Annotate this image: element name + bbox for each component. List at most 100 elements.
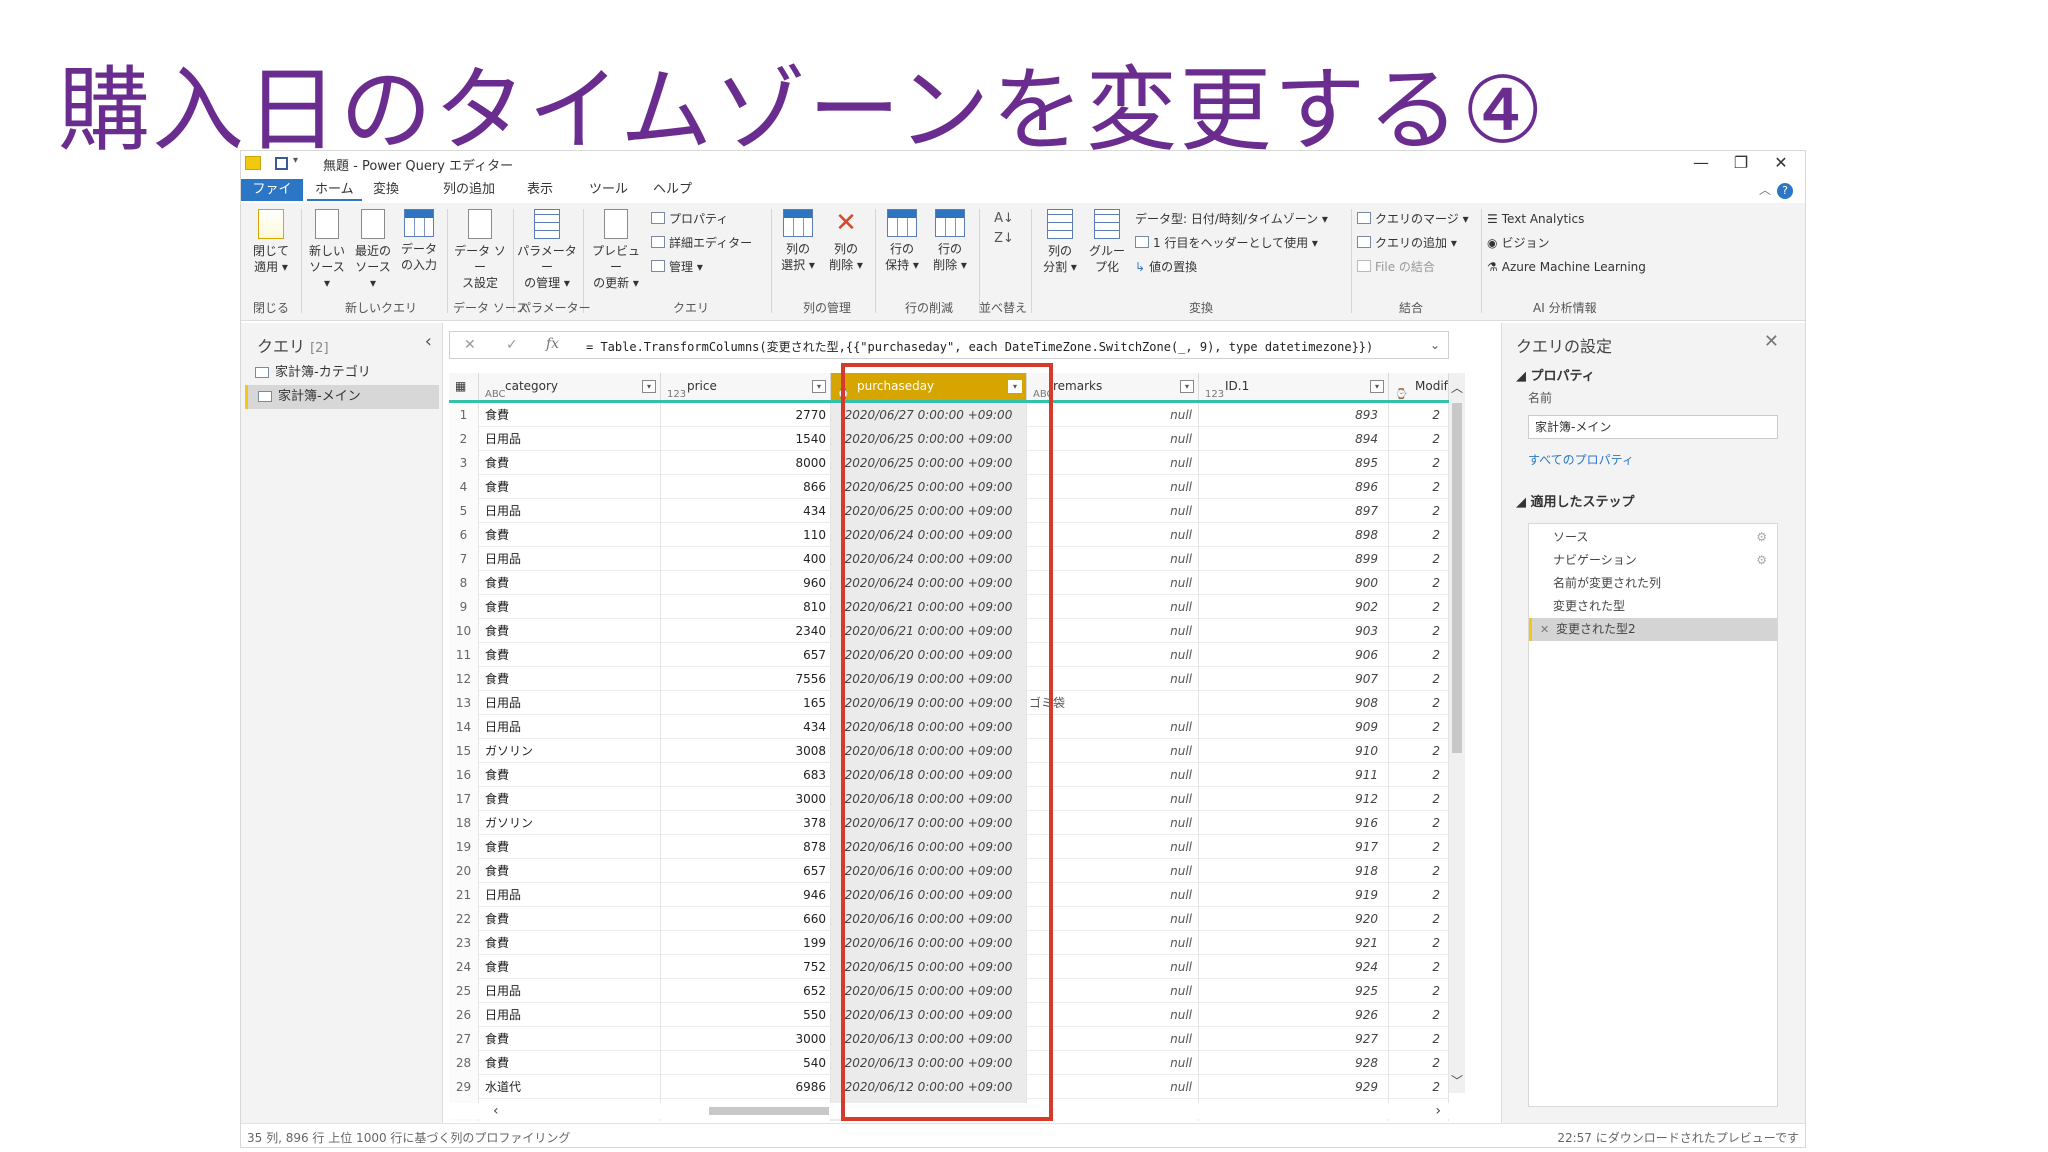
id-cell[interactable]: 925 [1199, 979, 1389, 1003]
new-source-button[interactable]: 新しい ソース ▾ [305, 209, 349, 291]
modified-cell[interactable]: 2 [1389, 1051, 1449, 1075]
modified-cell[interactable]: 2 [1389, 1075, 1449, 1099]
category-cell[interactable]: 食費 [479, 859, 661, 883]
row-number[interactable]: 25 [449, 979, 479, 1003]
modified-cell[interactable]: 2 [1389, 883, 1449, 907]
id-cell[interactable]: 910 [1199, 739, 1389, 763]
delete-step-icon[interactable]: ✕ [1540, 618, 1549, 641]
id-cell[interactable]: 909 [1199, 715, 1389, 739]
id-cell[interactable]: 897 [1199, 499, 1389, 523]
price-cell[interactable]: 960 [661, 571, 831, 595]
id-cell[interactable]: 916 [1199, 811, 1389, 835]
row-number[interactable]: 4 [449, 475, 479, 499]
id-cell[interactable]: 919 [1199, 883, 1389, 907]
tab-transform[interactable]: 変換 [365, 179, 407, 201]
category-cell[interactable]: 日用品 [479, 883, 661, 907]
category-cell[interactable]: 日用品 [479, 499, 661, 523]
row-number[interactable]: 14 [449, 715, 479, 739]
row-number[interactable]: 26 [449, 1003, 479, 1027]
category-cell[interactable]: ガソリン [479, 739, 661, 763]
category-cell[interactable]: 食費 [479, 931, 661, 955]
remove-columns-button[interactable]: ✕ 列の 削除 ▾ [823, 209, 869, 273]
price-cell[interactable]: 6986 [661, 1075, 831, 1099]
id-cell[interactable]: 900 [1199, 571, 1389, 595]
tab-tools[interactable]: ツール [581, 179, 636, 201]
category-cell[interactable]: 食費 [479, 907, 661, 931]
category-cell[interactable]: 日用品 [479, 691, 661, 715]
price-cell[interactable]: 657 [661, 643, 831, 667]
modified-cell[interactable]: 2 [1389, 619, 1449, 643]
id-cell[interactable]: 906 [1199, 643, 1389, 667]
row-number[interactable]: 21 [449, 883, 479, 907]
category-cell[interactable]: 食費 [479, 619, 661, 643]
data-type-dropdown[interactable]: データ型: 日付/時刻/タイムゾーン ▾ [1135, 211, 1328, 227]
scroll-down-icon[interactable]: ﹀ [1451, 1072, 1463, 1089]
row-number[interactable]: 13 [449, 691, 479, 715]
category-cell[interactable]: 食費 [479, 403, 661, 427]
row-number[interactable]: 11 [449, 643, 479, 667]
category-cell[interactable]: 食費 [479, 763, 661, 787]
price-cell[interactable]: 199 [661, 931, 831, 955]
refresh-preview-button[interactable]: プレビュー の更新 ▾ [587, 209, 645, 291]
row-number[interactable]: 9 [449, 595, 479, 619]
properties-button[interactable]: プロパティ [651, 211, 728, 227]
price-cell[interactable]: 660 [661, 907, 831, 931]
manage-button[interactable]: 管理 ▾ [651, 259, 703, 275]
price-cell[interactable]: 378 [661, 811, 831, 835]
step-item[interactable]: 名前が変更された列 [1529, 572, 1777, 595]
modified-cell[interactable]: 2 [1389, 763, 1449, 787]
category-cell[interactable]: 日用品 [479, 427, 661, 451]
formula-bar[interactable]: ✕ ✓ fx = Table.TransformColumns(変更された型,{… [449, 331, 1449, 359]
id-cell[interactable]: 917 [1199, 835, 1389, 859]
filter-dropdown-icon[interactable]: ▾ [1180, 380, 1194, 393]
modified-cell[interactable]: 2 [1389, 667, 1449, 691]
modified-cell[interactable]: 2 [1389, 571, 1449, 595]
table-menu-icon[interactable]: ▦ [449, 373, 479, 400]
formula-text[interactable]: = Table.TransformColumns(変更された型,{{"purch… [586, 338, 1373, 355]
price-cell[interactable]: 657 [661, 859, 831, 883]
modified-cell[interactable]: 2 [1389, 643, 1449, 667]
category-cell[interactable]: 食費 [479, 571, 661, 595]
advanced-editor-button[interactable]: 詳細エディター [651, 235, 752, 251]
price-cell[interactable]: 3008 [661, 739, 831, 763]
modified-cell[interactable]: 2 [1389, 859, 1449, 883]
manage-parameters-button[interactable]: パラメーター の管理 ▾ [515, 209, 579, 291]
category-cell[interactable]: 日用品 [479, 547, 661, 571]
sort-ascending-button[interactable]: A↓ Z↓ [989, 209, 1019, 249]
remove-rows-button[interactable]: 行の 削除 ▾ [927, 209, 973, 273]
id-cell[interactable]: 893 [1199, 403, 1389, 427]
modified-cell[interactable]: 2 [1389, 955, 1449, 979]
column-header[interactable]: 123 price ▾ [661, 373, 831, 400]
category-cell[interactable]: 食費 [479, 595, 661, 619]
price-cell[interactable]: 434 [661, 715, 831, 739]
cancel-formula-icon[interactable]: ✕ [464, 337, 476, 353]
price-cell[interactable]: 434 [661, 499, 831, 523]
category-cell[interactable]: 食費 [479, 667, 661, 691]
close-window-button[interactable]: ✕ [1761, 152, 1801, 176]
all-properties-link[interactable]: すべてのプロパティ [1528, 451, 1634, 468]
id-cell[interactable]: 921 [1199, 931, 1389, 955]
replace-values-button[interactable]: ↳ 値の置換 [1135, 259, 1197, 275]
modified-cell[interactable]: 2 [1389, 403, 1449, 427]
row-number[interactable]: 19 [449, 835, 479, 859]
step-item[interactable]: 変更された型 [1529, 595, 1777, 618]
row-number[interactable]: 16 [449, 763, 479, 787]
help-icon[interactable]: ? [1777, 183, 1793, 199]
tab-view[interactable]: 表示 [519, 179, 561, 201]
row-number[interactable]: 10 [449, 619, 479, 643]
row-number[interactable]: 18 [449, 811, 479, 835]
modified-cell[interactable]: 2 [1389, 691, 1449, 715]
id-cell[interactable]: 912 [1199, 787, 1389, 811]
price-cell[interactable]: 2770 [661, 403, 831, 427]
modified-cell[interactable]: 2 [1389, 451, 1449, 475]
use-first-row-button[interactable]: 1 行目をヘッダーとして使用 ▾ [1135, 235, 1318, 251]
tab-help[interactable]: ヘルプ [645, 179, 700, 201]
tab-add-column[interactable]: 列の追加 [435, 179, 503, 201]
id-cell[interactable]: 918 [1199, 859, 1389, 883]
scroll-up-icon[interactable]: ︿ [1451, 379, 1463, 396]
price-cell[interactable]: 550 [661, 1003, 831, 1027]
modified-cell[interactable]: 2 [1389, 835, 1449, 859]
vertical-scroll-thumb[interactable] [1452, 403, 1462, 753]
row-number[interactable]: 12 [449, 667, 479, 691]
price-cell[interactable]: 810 [661, 595, 831, 619]
